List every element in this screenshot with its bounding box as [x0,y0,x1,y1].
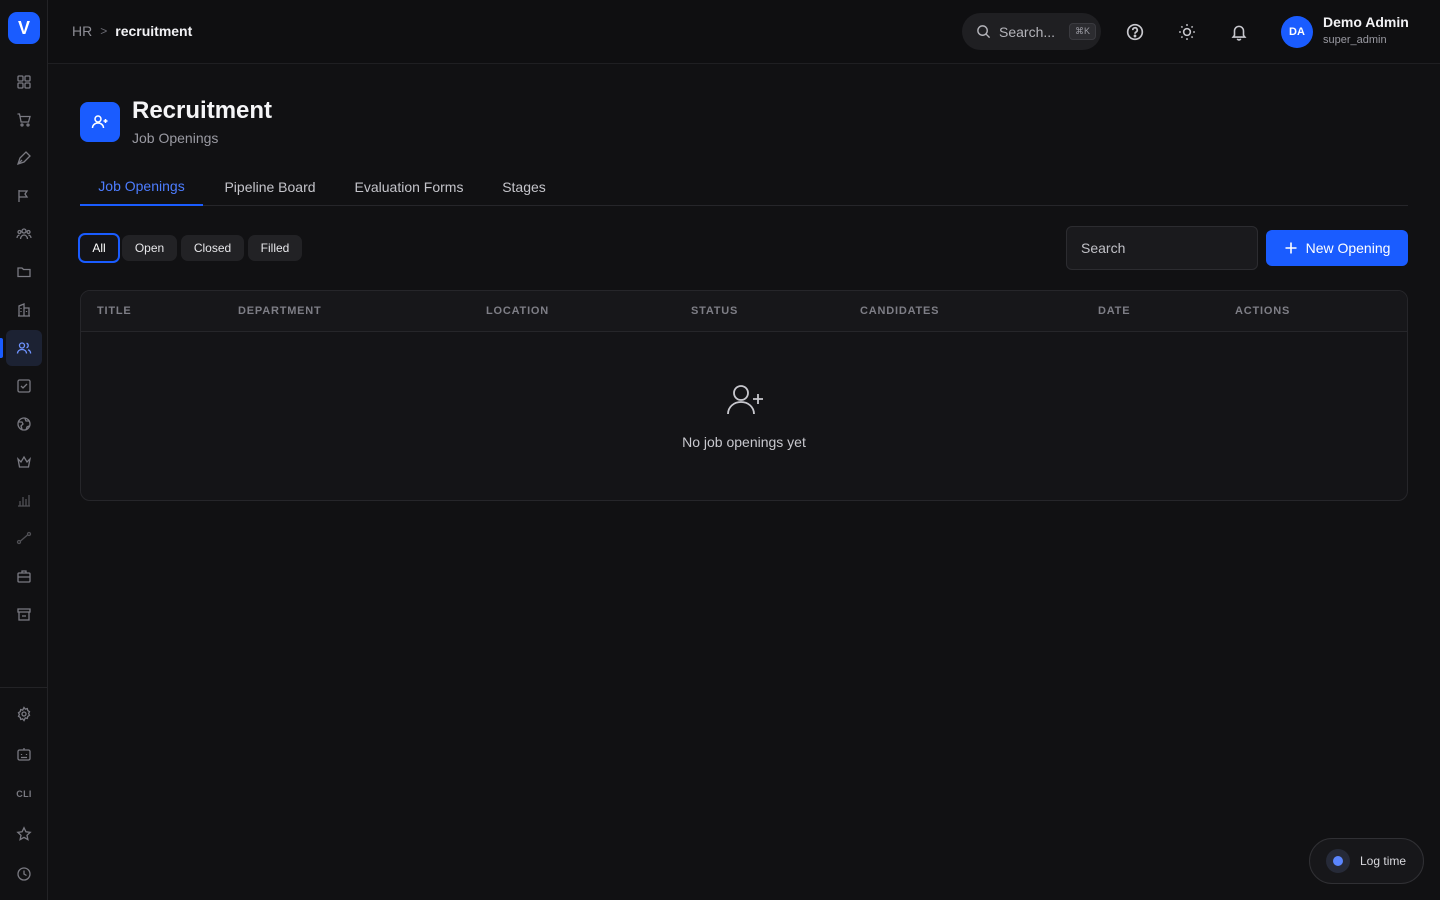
job-openings-table: TITLE DEPARTMENT LOCATION STATUS CANDIDA… [80,290,1408,501]
user-plus-icon [80,102,120,142]
breadcrumb: HR > recruitment [72,23,192,39]
tab-evaluation-forms[interactable]: Evaluation Forms [343,168,475,206]
user-role: super_admin [1323,34,1387,46]
team-icon[interactable] [12,222,36,246]
checkbox-icon[interactable] [12,374,36,398]
tab-stages[interactable]: Stages [491,168,557,206]
page-subtitle: Job Openings [132,130,219,146]
avatar[interactable]: DA [1281,16,1313,48]
clock-icon[interactable] [12,862,36,886]
column-location: LOCATION [486,305,550,317]
empty-state-text: No job openings yet [682,434,806,450]
column-status: STATUS [691,305,739,317]
breadcrumb-current: recruitment [115,23,193,39]
bot-icon[interactable] [12,742,36,766]
route-icon[interactable] [12,526,36,550]
users-icon[interactable] [6,330,42,366]
search-icon [977,25,991,39]
settings-icon[interactable] [12,702,36,726]
pen-icon[interactable] [12,146,36,170]
column-date: DATE [1098,305,1131,317]
log-time-label: Log time [1360,854,1407,868]
help-icon[interactable] [1125,22,1145,42]
theme-toggle-sun-icon[interactable] [1177,22,1197,42]
global-search-label: Search... [999,23,1056,40]
column-title: TITLE [97,305,132,317]
send-icon[interactable] [12,184,36,208]
tab-pipeline-board[interactable]: Pipeline Board [211,168,329,206]
page-title: Recruitment [132,97,273,124]
sidebar: V CLI [0,0,48,900]
cart-icon[interactable] [12,108,36,132]
breadcrumb-separator: > [100,24,108,38]
top-header: HR > recruitment Search... ⌘K DA Demo Ad… [48,0,1440,64]
crown-icon[interactable] [12,450,36,474]
empty-user-plus-icon [725,383,765,417]
search-shortcut: ⌘K [1069,23,1097,40]
filter-open[interactable]: Open [122,235,177,261]
new-opening-button[interactable]: New Opening [1266,230,1408,266]
column-department: DEPARTMENT [238,305,322,317]
timer-icon [1326,849,1350,873]
log-time-button[interactable]: Log time [1309,838,1424,884]
filter-closed[interactable]: Closed [181,235,244,261]
briefcase-icon[interactable] [12,564,36,588]
folder-icon[interactable] [12,260,36,284]
column-actions: ACTIONS [1235,305,1291,317]
grid-icon[interactable] [12,70,36,94]
table-header: TITLE DEPARTMENT LOCATION STATUS CANDIDA… [81,291,1407,332]
bar-chart-icon[interactable] [12,488,36,512]
store-icon[interactable] [12,602,36,626]
cli-button[interactable]: CLI [12,782,36,806]
column-candidates: CANDIDATES [860,305,940,317]
breadcrumb-root[interactable]: HR [72,23,92,39]
sidebar-active-indicator [0,338,3,358]
user-name[interactable]: Demo Admin [1323,14,1409,30]
global-search-button[interactable]: Search... ⌘K [962,13,1101,50]
search-input[interactable] [1066,226,1258,270]
bell-icon[interactable] [1229,22,1249,42]
app-logo[interactable]: V [8,12,40,44]
star-icon[interactable] [12,822,36,846]
tab-job-openings[interactable]: Job Openings [80,168,203,206]
globe-icon[interactable] [12,412,36,436]
filter-all[interactable]: All [78,233,120,263]
building-icon[interactable] [12,298,36,322]
plus-icon [1285,242,1297,254]
tab-bar: Job Openings Pipeline Board Evaluation F… [80,168,1408,206]
filter-filled[interactable]: Filled [248,235,302,261]
new-opening-label: New Opening [1305,240,1391,256]
sidebar-divider [0,687,48,688]
